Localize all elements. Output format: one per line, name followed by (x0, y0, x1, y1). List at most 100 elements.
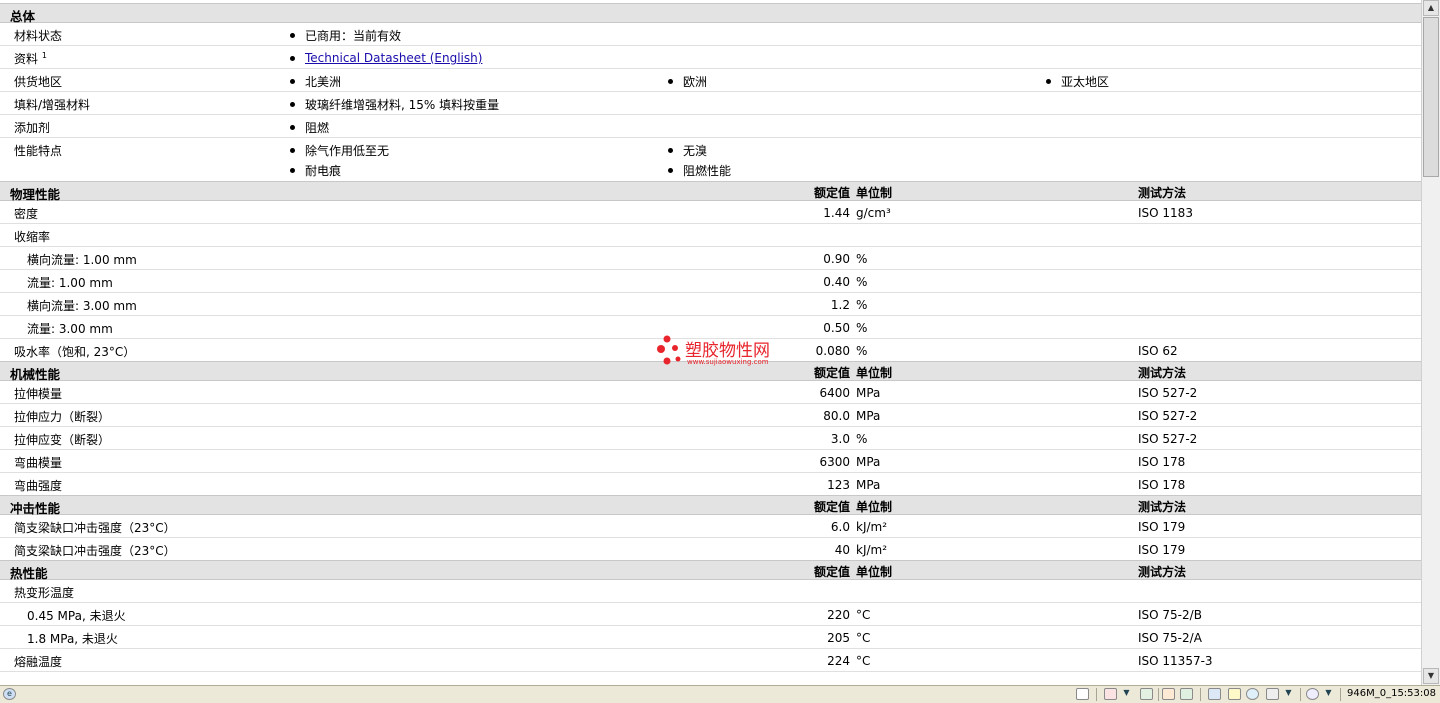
property-label: 拉伸模量 (14, 387, 63, 401)
scroll-up-arrow-icon[interactable]: ▲ (1423, 0, 1439, 16)
popup-blocker-icon[interactable] (1104, 688, 1117, 700)
filler-value: 玻璃纤维增强材料, 15% 填料按重量 (305, 98, 500, 112)
column-header-value: 额定值 (813, 186, 850, 200)
column-header-unit: 单位制 (856, 366, 893, 380)
scrollbar-thumb[interactable] (1423, 17, 1439, 177)
property-value: 1.2 (830, 298, 850, 312)
scroll-down-arrow-icon[interactable]: ▼ (1423, 668, 1439, 684)
table-row: 弯曲模量 6300 MPa ISO 178 (0, 450, 1421, 473)
property-label: 横向流量: 3.00 mm (27, 299, 137, 313)
availability-item: 亚太地区 (1061, 75, 1110, 89)
property-label: 拉伸应变（断裂） (14, 433, 111, 447)
feature-item: 耐电痕 (305, 164, 342, 178)
property-value: 3.0 (830, 432, 850, 446)
column-header-method: 测试方法 (1138, 366, 1187, 380)
row-label: 添加剂 (14, 121, 51, 135)
feature-item: 无溴 (683, 144, 708, 158)
test-method: ISO 527-2 (1138, 409, 1198, 423)
technical-datasheet-link[interactable]: Technical Datasheet (English) (305, 51, 482, 65)
column-header-method: 测试方法 (1138, 500, 1187, 514)
status-value: 已商用：当前有效 (305, 29, 402, 43)
property-unit: MPa (856, 455, 881, 469)
globe-icon: e (3, 688, 16, 700)
status-text: 946M_0_15:53:08 (1347, 688, 1436, 699)
property-value: 0.90 (823, 252, 850, 266)
property-unit: % (856, 252, 868, 266)
test-method: ISO 1183 (1138, 206, 1193, 220)
history-icon[interactable] (1162, 688, 1175, 700)
bullet-icon (1046, 79, 1051, 84)
column-header-value: 额定值 (813, 565, 850, 579)
column-header-value: 额定值 (813, 366, 850, 380)
property-unit: % (856, 275, 868, 289)
vertical-scrollbar[interactable]: ▲ ▼ (1421, 0, 1440, 685)
dropdown-arrow-icon[interactable]: ▼ (1120, 688, 1133, 700)
watermark-url: www.sujiaowuxing.com (687, 358, 769, 366)
table-row: 熔融温度 224 °C ISO 11357-3 (0, 649, 1421, 672)
column-header-method: 测试方法 (1138, 186, 1187, 200)
property-unit: MPa (856, 478, 881, 492)
property-label: 拉伸应力（断裂） (14, 410, 111, 424)
property-unit: °C (856, 631, 871, 645)
row-label: 性能特点 (14, 144, 63, 158)
test-method: ISO 75-2/A (1138, 631, 1202, 645)
sync-icon[interactable] (1180, 688, 1193, 700)
bullet-icon (290, 102, 295, 107)
table-row: 收缩率 (0, 224, 1421, 247)
row-label: 材料状态 (14, 29, 63, 43)
test-method: ISO 178 (1138, 478, 1186, 492)
zoom-icon[interactable] (1306, 688, 1319, 700)
table-row: 拉伸应变（断裂） 3.0 % ISO 527-2 (0, 427, 1421, 450)
table-row: 拉伸模量 6400 MPa ISO 527-2 (0, 381, 1421, 404)
page-icon[interactable] (1076, 688, 1089, 700)
bullet-icon (290, 148, 295, 153)
section-impact-header: 冲击性能 额定值 单位制 测试方法 (0, 495, 1421, 516)
property-unit: kJ/m² (856, 543, 888, 557)
property-unit: kJ/m² (856, 520, 888, 534)
table-row: 热变形温度 (0, 580, 1421, 603)
test-method: ISO 527-2 (1138, 386, 1198, 400)
datasheet-content: 总体 材料状态 已商用：当前有效 资料 1 Technical Datashee… (0, 0, 1421, 685)
property-label: 弯曲强度 (14, 479, 63, 493)
row-label: 资料 (14, 52, 39, 66)
column-header-unit: 单位制 (856, 500, 893, 514)
table-row: 简支梁缺口冲击强度（23°C） 40 kJ/m² ISO 179 (0, 538, 1421, 560)
dropdown-arrow-icon[interactable]: ▼ (1322, 688, 1335, 700)
test-method: ISO 179 (1138, 520, 1186, 534)
property-value: 0.080 (815, 344, 850, 358)
table-row: 横向流量: 1.00 mm 0.90 % (0, 247, 1421, 270)
row-material-status: 材料状态 已商用：当前有效 (0, 23, 1421, 46)
settings-icon[interactable] (1208, 688, 1221, 700)
property-label: 弯曲模量 (14, 456, 63, 470)
property-unit: °C (856, 654, 871, 668)
browser-icon[interactable] (1246, 688, 1259, 700)
bullet-icon (290, 55, 295, 61)
property-label: 吸水率（饱和, 23°C） (14, 345, 136, 359)
status-bar: e ▼ ▼ ▼ 946M_0_15:53:08 (0, 685, 1440, 703)
dropdown-arrow-icon[interactable]: ▼ (1282, 688, 1295, 700)
property-unit: °C (856, 608, 871, 622)
availability-item: 北美洲 (305, 75, 342, 89)
bullet-icon (290, 33, 295, 38)
test-method: ISO 75-2/B (1138, 608, 1202, 622)
property-value: 6300 (819, 455, 850, 469)
property-unit: g/cm³ (856, 206, 891, 220)
availability-item: 欧洲 (683, 75, 708, 89)
property-unit: % (856, 432, 868, 446)
refresh-icon[interactable] (1140, 688, 1153, 700)
copy-icon[interactable] (1266, 688, 1279, 700)
property-label: 简支梁缺口冲击强度（23°C） (14, 544, 176, 558)
feature-item: 除气作用低至无 (305, 144, 390, 158)
property-value: 123 (827, 478, 850, 492)
row-literature: 资料 1 Technical Datasheet (English) (0, 46, 1421, 69)
additive-value: 阻燃 (305, 121, 330, 135)
property-value: 220 (827, 608, 850, 622)
checklist-icon[interactable] (1228, 688, 1241, 700)
table-row: 弯曲强度 123 MPa ISO 178 (0, 473, 1421, 495)
property-label: 密度 (14, 207, 39, 221)
test-method: ISO 179 (1138, 543, 1186, 557)
property-label: 0.45 MPa, 未退火 (27, 609, 126, 623)
property-value: 80.0 (823, 409, 850, 423)
section-general-header: 总体 (0, 3, 1421, 24)
bullet-icon (290, 168, 295, 173)
